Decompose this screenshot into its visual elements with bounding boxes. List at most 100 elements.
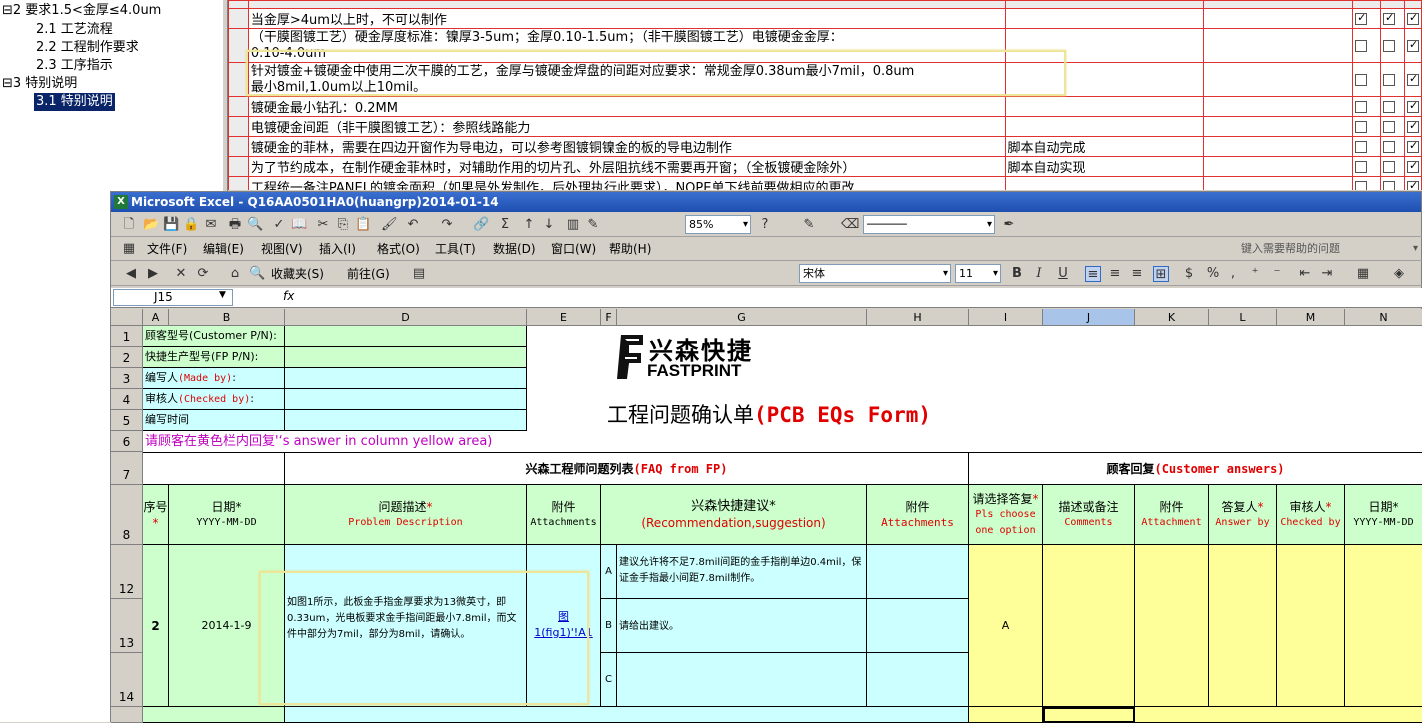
entry-attach2-b[interactable] [867, 599, 969, 653]
input-checked-by[interactable] [285, 389, 527, 410]
row-header[interactable]: 12 [111, 545, 143, 599]
align-right-icon[interactable]: ≡ [1129, 266, 1145, 282]
next-row-cell[interactable] [285, 707, 969, 723]
chart-icon[interactable]: ▥ [565, 217, 581, 233]
row-header[interactable]: 7 [111, 452, 143, 485]
col-header[interactable]: A [143, 309, 169, 326]
save-icon[interactable]: 💾 [163, 217, 179, 233]
menu-view[interactable]: 视图(V) [261, 240, 303, 258]
entry-comments[interactable] [1043, 545, 1135, 707]
name-box[interactable]: J15 [113, 289, 233, 306]
tree-item-2[interactable]: ⊟2 要求1.5<金厚≤4.0um [2, 2, 161, 20]
menu-help[interactable]: 帮助(H) [609, 240, 651, 258]
col-header[interactable]: F [601, 309, 617, 326]
help-search-input[interactable]: 键入需要帮助的问题 [1237, 239, 1421, 258]
copy-icon[interactable]: ⎘ [335, 217, 351, 233]
checkbox[interactable] [1406, 11, 1419, 25]
pen-color-icon[interactable]: ✒ [1001, 217, 1017, 233]
row-header[interactable] [111, 707, 143, 723]
percent-icon[interactable]: % [1205, 266, 1221, 282]
select-all-corner[interactable] [111, 309, 143, 326]
col-header[interactable]: D [285, 309, 527, 326]
row-header[interactable]: 14 [111, 653, 143, 707]
hyperlink-icon[interactable]: 🔗 [473, 217, 489, 233]
spelling-icon[interactable]: ✓ [271, 217, 287, 233]
row-header[interactable]: 4 [111, 389, 143, 410]
input-fp-pn[interactable] [285, 347, 527, 368]
print-icon[interactable]: 🖶 [227, 217, 243, 233]
checkbox[interactable] [1355, 180, 1368, 190]
back-icon[interactable]: ◀ [123, 266, 139, 282]
next-row-cell[interactable] [143, 707, 285, 723]
checkbox[interactable] [1355, 140, 1368, 153]
checkbox[interactable] [1383, 100, 1396, 113]
col-header[interactable]: M [1277, 309, 1345, 326]
tree-item-3[interactable]: ⊟3 特别说明 [2, 75, 77, 93]
cut-icon[interactable]: ✂ [315, 217, 331, 233]
next-row-cell[interactable] [969, 707, 1043, 723]
decrease-indent-icon[interactable]: ⇤ [1297, 266, 1313, 282]
checkbox[interactable] [1383, 180, 1396, 190]
zoom-select[interactable]: 85% [685, 215, 751, 234]
checkbox[interactable] [1406, 99, 1419, 113]
align-left-icon[interactable]: ≡ [1085, 266, 1101, 282]
italic-icon[interactable]: I [1031, 266, 1047, 282]
tree-item-2-3[interactable]: 2.3 工序指示 [36, 57, 113, 75]
new-icon[interactable]: 🗋 [121, 217, 137, 233]
row-header[interactable]: 6 [111, 431, 143, 452]
tree-item-2-1[interactable]: 2.1 工艺流程 [36, 21, 113, 39]
eraser-icon[interactable]: ⌫ [841, 217, 859, 233]
menu-insert[interactable]: 插入(I) [319, 240, 356, 258]
checkbox[interactable] [1383, 140, 1396, 153]
next-row-cell[interactable] [1135, 707, 1422, 723]
checkbox[interactable] [1355, 11, 1368, 25]
input-made-by[interactable] [285, 368, 527, 389]
borders-icon[interactable]: ▦ [1355, 266, 1371, 282]
sort-asc-icon[interactable]: ↑ [521, 217, 537, 233]
checkbox[interactable] [1406, 119, 1419, 133]
decrease-decimal-icon[interactable]: ⁻ [1269, 266, 1285, 282]
favorites-menu[interactable]: 收藏夹(S) [271, 265, 324, 283]
row-header[interactable]: 1 [111, 326, 143, 347]
tree-item-2-2[interactable]: 2.2 工程制作要求 [36, 39, 139, 57]
active-cell-j15[interactable] [1043, 707, 1135, 723]
menu-window[interactable]: 窗口(W) [551, 240, 596, 258]
row-header[interactable]: 3 [111, 368, 143, 389]
font-select[interactable]: 宋体 [799, 264, 951, 283]
menu-file[interactable]: 文件(F) [147, 240, 187, 258]
currency-icon[interactable]: $ [1181, 266, 1197, 282]
entry-attach3[interactable] [1135, 545, 1209, 707]
row-header[interactable]: 5 [111, 410, 143, 431]
col-header[interactable]: H [867, 309, 969, 326]
checkbox[interactable] [1406, 159, 1419, 173]
menu-format[interactable]: 格式(O) [377, 240, 420, 258]
forward-icon[interactable]: ▶ [145, 266, 161, 282]
col-header[interactable]: G [617, 309, 867, 326]
col-header[interactable]: L [1209, 309, 1277, 326]
namebox-dropdown-icon[interactable]: ▼ [219, 290, 226, 300]
increase-decimal-icon[interactable]: ⁺ [1247, 266, 1263, 282]
bold-icon[interactable]: B [1009, 266, 1025, 282]
line-style-select[interactable]: ────── [863, 215, 995, 234]
refresh-icon[interactable]: ⟳ [195, 266, 211, 282]
input-customer-pn[interactable] [285, 326, 527, 347]
col-header[interactable]: K [1135, 309, 1209, 326]
font-size-select[interactable]: 11 [955, 264, 1001, 283]
home-icon[interactable]: ⌂ [227, 266, 243, 282]
comma-icon[interactable]: , [1225, 266, 1241, 282]
search-web-icon[interactable]: 🔍 [249, 266, 265, 282]
checkbox[interactable] [1355, 120, 1368, 133]
open-icon[interactable]: 📂 [143, 217, 159, 233]
drawing-icon[interactable]: ✎ [585, 217, 601, 233]
checkbox[interactable] [1406, 38, 1419, 52]
checkbox[interactable] [1406, 72, 1419, 86]
menu-edit[interactable]: 编辑(E) [203, 240, 244, 258]
redo-icon[interactable]: ↷ [439, 217, 455, 233]
checkbox[interactable] [1383, 160, 1396, 173]
entry-answer-choice[interactable]: A [969, 545, 1043, 707]
entry-attach2-c[interactable] [867, 653, 969, 707]
fx-label[interactable]: fx [283, 289, 294, 303]
row-header[interactable]: 13 [111, 599, 143, 653]
checkbox[interactable] [1383, 39, 1396, 52]
checkbox[interactable] [1383, 11, 1396, 25]
